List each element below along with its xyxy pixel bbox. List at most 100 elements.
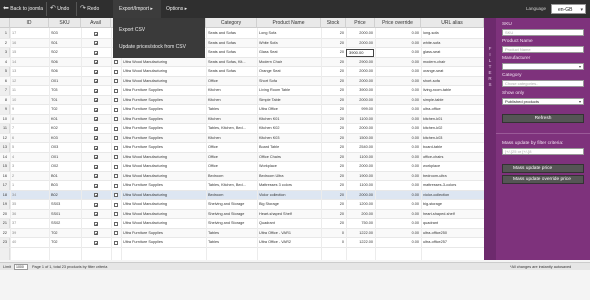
avail-checkbox[interactable]: ✔ <box>94 117 98 122</box>
table-row[interactable]: 14 4 O01 ✔ Ultra Wood Manufacturing Office Off… <box>0 152 484 163</box>
grid-cell-price[interactable]: 1222.00 <box>346 238 375 248</box>
grid-cell-manuf[interactable]: Ultra Furniture Supplies <box>121 124 206 134</box>
grid-cell-sku[interactable]: O01 <box>49 77 81 87</box>
grid-cell-price[interactable]: 2000.00 <box>346 29 375 39</box>
grid-cell-sku[interactable]: SS02 <box>49 219 81 229</box>
avail-checkbox[interactable]: ✔ <box>94 50 98 55</box>
avail-checkbox[interactable]: ✔ <box>94 240 98 245</box>
grid-cell-sku[interactable]: S02 <box>49 48 81 58</box>
avail-checkbox[interactable]: ✔ <box>94 98 98 103</box>
grid-cell-alias[interactable]: kitchen-k01 <box>421 115 484 125</box>
grid-cell-manuf[interactable]: Ultra Wood Manufacturing <box>121 210 206 220</box>
limit-select[interactable]: 1000 <box>14 264 28 270</box>
grid-cell-manuf[interactable]: Ultra Furniture Supplies <box>121 229 206 239</box>
grid-cell-manuf[interactable]: Ultra Furniture Supplies <box>121 105 206 115</box>
grid-cell-alias[interactable]: simple-table <box>421 96 484 106</box>
grid-cell-sku[interactable]: T02 <box>49 105 81 115</box>
grid-cell-cat[interactable]: Kitchen <box>206 115 257 125</box>
grid-cell-manuf[interactable]: Ultra Furniture Supplies <box>121 134 206 144</box>
grid-cell-id[interactable]: 11 <box>10 86 49 96</box>
grid-cell-cat[interactable]: Kitchen <box>206 96 257 106</box>
row-select-checkbox[interactable] <box>114 69 118 74</box>
avail-checkbox[interactable]: ✔ <box>94 41 98 46</box>
grid-cell-alias[interactable]: ultra-office257 <box>421 238 484 248</box>
grid-cell-price[interactable]: 2000.00 <box>346 191 375 201</box>
column-header[interactable] <box>0 18 10 28</box>
row-select-checkbox[interactable] <box>114 164 118 169</box>
redo-button[interactable]: ↷ Redo <box>80 0 99 18</box>
grid-cell-sku[interactable]: B01 <box>49 172 81 182</box>
table-row[interactable]: 15 3 O02 ✔ Ultra Wood Manufacturing Office Wor… <box>0 162 484 172</box>
grid-cell-alias[interactable]: bedroom-ultra <box>421 172 484 182</box>
grid-cell-override[interactable]: 0.00 <box>375 181 421 191</box>
grid-cell-cat[interactable]: Kitchen <box>206 86 257 96</box>
grid-cell-id[interactable]: 3 <box>10 162 49 172</box>
row-select-checkbox[interactable] <box>114 126 118 131</box>
product-name-input[interactable]: Product Name <box>502 46 584 53</box>
table-row[interactable]: 3 15 S02 ✔ Seats and Sofas Glass Seat 20 0.00 gl… <box>0 48 484 58</box>
grid-cell-id[interactable]: 5 <box>10 143 49 153</box>
table-row[interactable]: 9 9 T02 ✔ Ultra Furniture Supplies Tables Ultr… <box>0 105 484 115</box>
back-to-joomla-button[interactable]: ⬅ Back to joomla <box>3 0 43 18</box>
grid-cell-name[interactable]: Heart-shaped Shelf <box>257 210 321 220</box>
grid-cell-alias[interactable]: glass-seat <box>421 48 484 58</box>
grid-cell-alias[interactable]: kitchen-k03 <box>421 134 484 144</box>
grid-cell-sku[interactable]: K02 <box>49 124 81 134</box>
table-row[interactable]: 20 36 SS01 ✔ Ultra Wood Manufacturing Shelvin… <box>0 209 484 220</box>
grid-cell-cat[interactable]: Shelving and Storage <box>206 219 257 229</box>
grid-cell-sku[interactable]: S03 <box>49 29 81 39</box>
row-select-checkbox[interactable] <box>114 221 118 226</box>
grid-cell-manuf[interactable]: Ultra Wood Manufacturing <box>121 191 206 201</box>
grid-cell-stock[interactable]: 20 <box>321 191 346 201</box>
grid-cell-sku[interactable]: K03 <box>49 134 81 144</box>
grid-cell-sku[interactable]: O01 <box>49 153 81 163</box>
avail-checkbox[interactable]: ✔ <box>94 164 98 169</box>
column-header[interactable]: Stock <box>321 18 346 28</box>
grid-cell-stock[interactable]: 20 <box>321 153 346 163</box>
grid-cell-override[interactable]: 0.00 <box>375 58 421 68</box>
grid-cell-id[interactable]: 8 <box>10 115 49 125</box>
options-menu-button[interactable]: Options ▸ <box>166 0 187 18</box>
grid-cell-stock[interactable]: 20 <box>321 200 346 210</box>
row-select-checkbox[interactable] <box>114 231 118 235</box>
grid-cell-override[interactable]: 0.00 <box>375 67 421 77</box>
grid-cell-name[interactable]: White Sofa <box>257 39 321 49</box>
column-header[interactable]: Avail <box>81 18 111 28</box>
grid-cell-name[interactable]: Ultra Office <box>257 105 321 115</box>
grid-cell-sku[interactable]: T02 <box>49 229 81 239</box>
row-select-checkbox[interactable] <box>114 117 118 121</box>
grid-cell-stock[interactable]: 20 <box>321 67 346 77</box>
grid-cell-stock[interactable]: 0 <box>321 229 346 239</box>
grid-cell-override[interactable]: 0.00 <box>375 124 421 134</box>
grid-cell-stock[interactable]: 0 <box>321 238 346 248</box>
grid-cell-price[interactable]: 3900.00 <box>346 86 375 96</box>
grid-cell-override[interactable]: 0.00 <box>375 172 421 182</box>
avail-checkbox[interactable]: ✔ <box>94 60 98 65</box>
grid-cell-sku[interactable]: T01 <box>49 96 81 106</box>
row-select-checkbox[interactable] <box>114 79 118 83</box>
table-row[interactable]: 16 2 B01 ✔ Ultra Wood Manufacturing Bedroom Be… <box>0 171 484 182</box>
column-header[interactable]: SKU <box>49 18 81 28</box>
avail-checkbox[interactable]: ✔ <box>94 174 98 179</box>
price-edit-input[interactable]: 3900.00 <box>346 48 374 57</box>
grid-cell-override[interactable]: 0.00 <box>375 229 421 239</box>
table-row[interactable]: 11 7 K02 ✔ Ultra Furniture Supplies Tables, K… <box>0 124 484 134</box>
grid-cell-stock[interactable]: 20 <box>321 86 346 96</box>
grid-cell-override[interactable]: 0.00 <box>375 200 421 210</box>
grid-cell-manuf[interactable]: Ultra Wood Manufacturing <box>121 67 206 77</box>
grid-cell-manuf[interactable]: Ultra Furniture Supplies <box>121 181 206 191</box>
grid-cell-name[interactable]: Short Sofa <box>257 77 321 87</box>
grid-cell-id[interactable]: 15 <box>10 48 49 58</box>
grid-cell-price[interactable]: 1100.00 <box>346 115 375 125</box>
grid-cell-alias[interactable]: ultra-office <box>421 105 484 115</box>
grid-cell-id[interactable]: 10 <box>10 96 49 106</box>
grid-cell-sku[interactable]: B02 <box>49 191 81 201</box>
mass-update-override-button[interactable]: Mass update override price <box>502 175 584 184</box>
grid-cell-cat[interactable]: Kitchen <box>206 134 257 144</box>
grid-cell-alias[interactable]: short-sofa <box>421 77 484 87</box>
grid-cell-sku[interactable]: B03 <box>49 181 81 191</box>
grid-cell-name[interactable]: Violor collection <box>257 191 321 201</box>
table-row[interactable]: 4 14 S06 ✔ Ultra Wood Manufacturing Seats and… <box>0 57 484 68</box>
grid-cell-alias[interactable]: heart-shaped-shelf <box>421 210 484 220</box>
grid-cell-manuf[interactable]: Ultra Furniture Supplies <box>121 238 206 248</box>
